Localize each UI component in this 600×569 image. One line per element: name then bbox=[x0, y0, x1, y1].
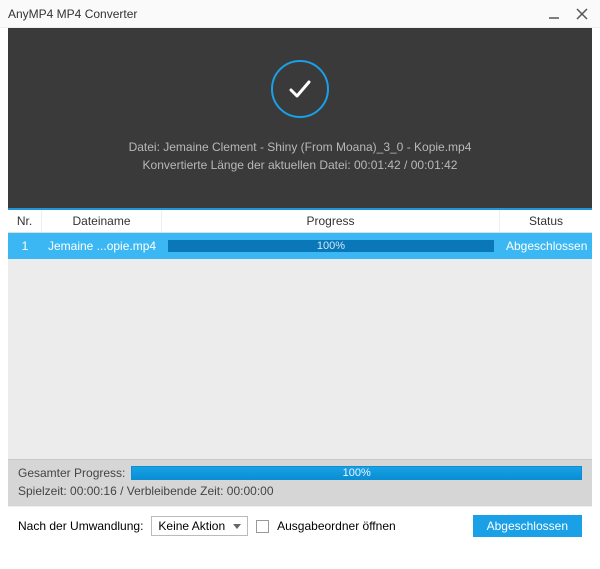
after-action-label: Nach der Umwandlung: bbox=[18, 519, 143, 533]
th-nr: Nr. bbox=[8, 210, 42, 232]
total-progress-label: Gesamter Progress: bbox=[18, 466, 125, 480]
row-progress-bar: 100% bbox=[168, 240, 494, 252]
chevron-down-icon bbox=[233, 524, 241, 529]
cell-filename: Jemaine ...opie.mp4 bbox=[42, 239, 162, 253]
file-table: Nr. Dateiname Progress Status 1 Jemaine … bbox=[8, 208, 592, 459]
footer-bar: Nach der Umwandlung: Keine Aktion Ausgab… bbox=[8, 506, 592, 545]
summary-panel: Gesamter Progress: 100% Spielzeit: 00:00… bbox=[8, 459, 592, 506]
converted-length-line: Konvertierte Länge der aktuellen Datei: … bbox=[143, 158, 458, 172]
open-folder-label: Ausgabeordner öffnen bbox=[277, 519, 396, 533]
success-check-icon bbox=[271, 60, 329, 118]
table-header: Nr. Dateiname Progress Status bbox=[8, 208, 592, 233]
th-status: Status bbox=[500, 210, 592, 232]
status-hero: Datei: Jemaine Clement - Shiny (From Moa… bbox=[8, 28, 592, 208]
app-title: AnyMP4 MP4 Converter bbox=[8, 7, 536, 21]
done-button-label: Abgeschlossen bbox=[487, 519, 568, 533]
titlebar: AnyMP4 MP4 Converter bbox=[0, 0, 600, 28]
close-button[interactable] bbox=[572, 4, 592, 24]
total-progress-row: Gesamter Progress: 100% bbox=[18, 466, 582, 480]
done-button[interactable]: Abgeschlossen bbox=[473, 515, 582, 537]
time-line: Spielzeit: 00:00:16 / Verbleibende Zeit:… bbox=[18, 484, 582, 498]
open-folder-checkbox[interactable] bbox=[256, 520, 269, 533]
cell-nr: 1 bbox=[8, 239, 42, 253]
minimize-button[interactable] bbox=[544, 4, 564, 24]
th-progress: Progress bbox=[162, 210, 500, 232]
after-action-value: Keine Aktion bbox=[158, 519, 225, 533]
cell-status: Abgeschlossen bbox=[500, 239, 592, 253]
after-action-select[interactable]: Keine Aktion bbox=[151, 516, 248, 536]
current-file-line: Datei: Jemaine Clement - Shiny (From Moa… bbox=[129, 140, 472, 154]
total-progress-text: 100% bbox=[343, 467, 371, 479]
cell-progress: 100% bbox=[162, 240, 500, 252]
th-filename: Dateiname bbox=[42, 210, 162, 232]
table-empty-area bbox=[8, 259, 592, 459]
row-progress-text: 100% bbox=[317, 240, 345, 252]
total-progress-bar: 100% bbox=[131, 466, 582, 480]
table-row[interactable]: 1 Jemaine ...opie.mp4 100% Abgeschlossen bbox=[8, 233, 592, 259]
